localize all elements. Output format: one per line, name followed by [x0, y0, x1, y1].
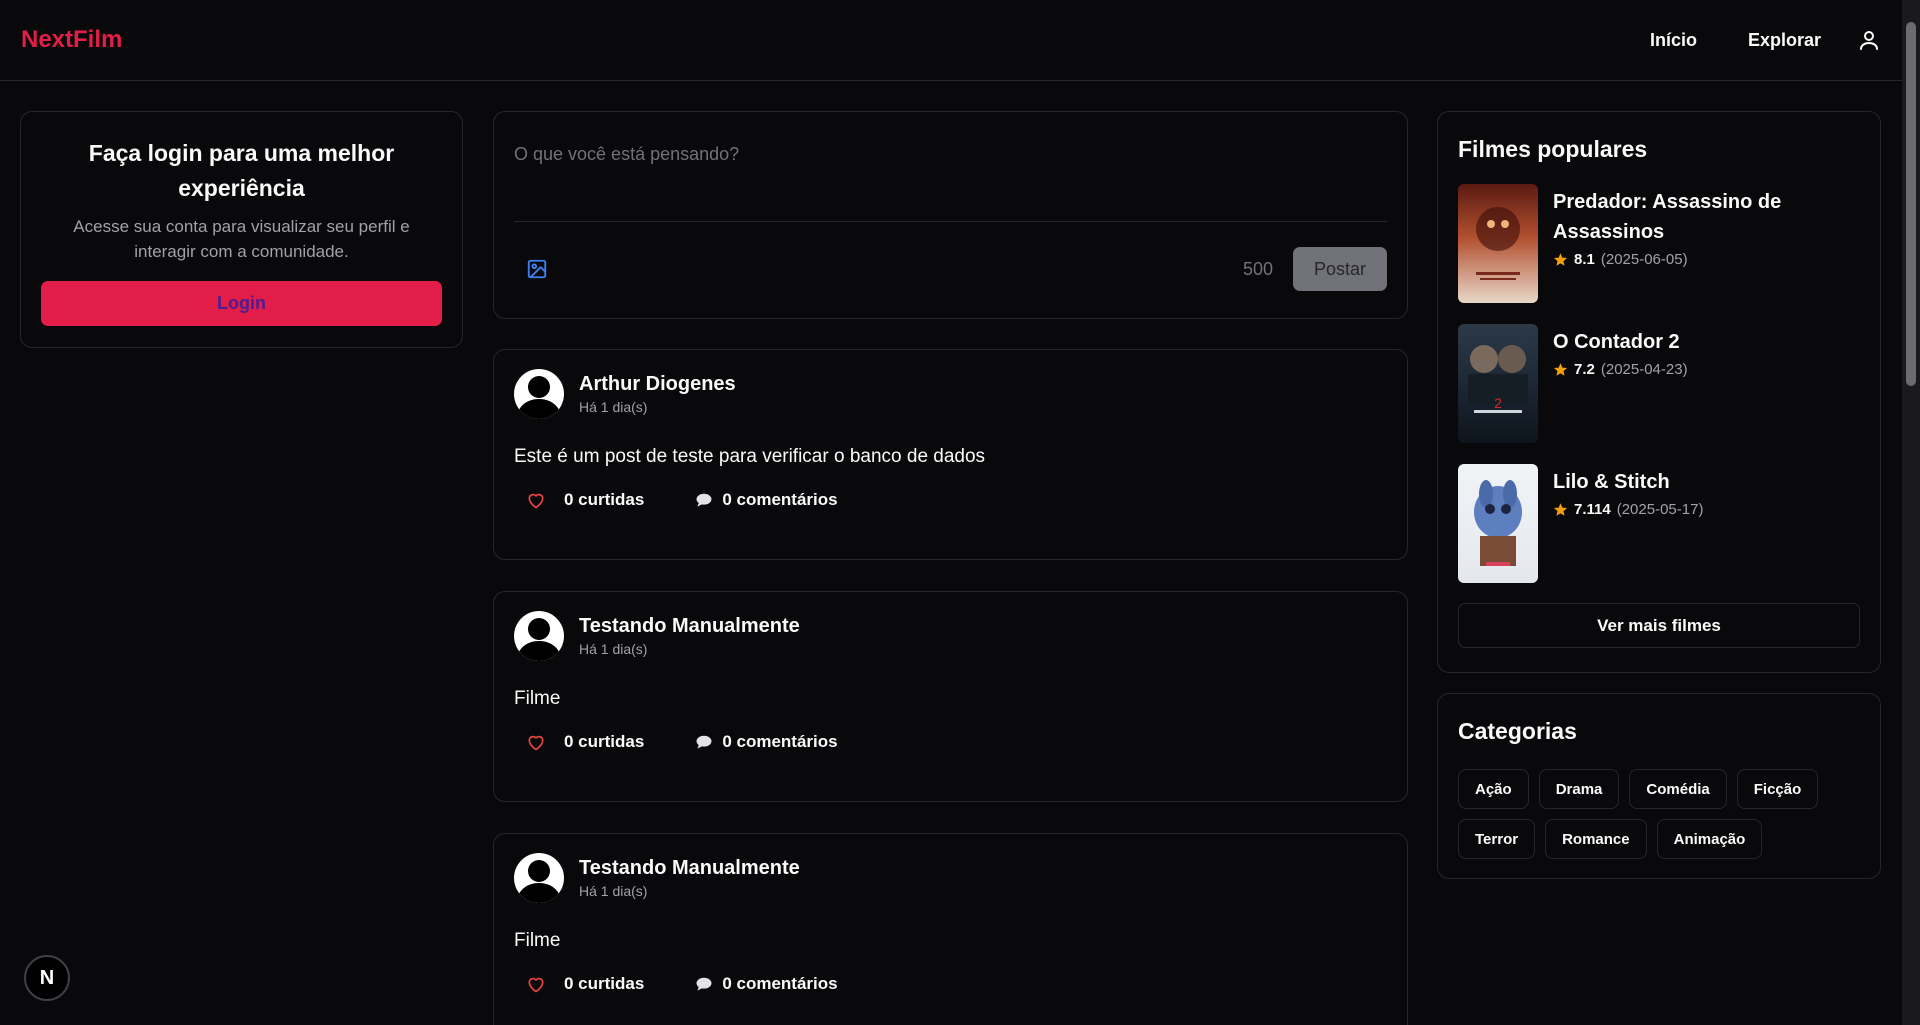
user-icon[interactable] [1857, 28, 1881, 52]
post-actions: 0 curtidas 0 comentários [514, 974, 1387, 994]
movie-item[interactable]: Predador: Assassino de Assassinos 8.1 (2… [1458, 184, 1860, 303]
movie-rating: 7.114 [1574, 501, 1611, 518]
comment-button[interactable]: 0 comentários [694, 490, 838, 510]
heart-icon [526, 490, 546, 510]
login-prompt-card: Faça login para uma melhor experiência A… [20, 111, 463, 348]
post-actions: 0 curtidas 0 comentários [514, 490, 1387, 510]
speech-bubble-icon [694, 732, 714, 752]
like-button[interactable]: 0 curtidas [526, 974, 644, 994]
category-chip[interactable]: Terror [1458, 819, 1536, 859]
post-header: Testando Manualmente Há 1 dia(s) [514, 611, 1387, 661]
movie-title[interactable]: O Contador 2 [1553, 327, 1688, 357]
category-chip[interactable]: Comédia [1629, 769, 1727, 809]
movie-release-date: (2025-04-23) [1600, 361, 1688, 378]
like-count: 0 curtidas [564, 974, 645, 993]
movie-release-date: (2025-06-05) [1600, 251, 1688, 268]
comment-button[interactable]: 0 comentários [694, 974, 838, 994]
post-header: Testando Manualmente Há 1 dia(s) [514, 853, 1387, 903]
categories-title: Categorias [1458, 718, 1577, 744]
like-count: 0 curtidas [564, 732, 645, 751]
nav-home-link[interactable]: Início [1650, 30, 1697, 51]
star-icon [1553, 362, 1568, 377]
image-icon[interactable] [526, 258, 548, 280]
heart-icon [526, 732, 546, 752]
post-body: Este é um post de teste para verificar o… [514, 446, 986, 467]
post-button[interactable]: Postar [1293, 247, 1387, 291]
app-logo[interactable]: NextFilm [21, 26, 122, 54]
scrollbar-thumb[interactable] [1906, 22, 1916, 386]
like-button[interactable]: 0 curtidas [526, 490, 644, 510]
post-author[interactable]: Arthur Diogenes [579, 373, 736, 396]
category-chip[interactable]: Ação [1458, 769, 1529, 809]
login-button[interactable]: Login [41, 281, 442, 326]
like-count: 0 curtidas [564, 490, 645, 509]
post-card: Testando Manualmente Há 1 dia(s) Filme 0… [493, 591, 1408, 802]
comment-count: 0 comentários [722, 732, 838, 751]
movie-item[interactable]: 2 O Contador 2 7.2 (2025-04-23) [1458, 324, 1860, 443]
post-body: Filme [514, 930, 561, 951]
movie-title[interactable]: Lilo & Stitch [1553, 467, 1703, 497]
comment-button[interactable]: 0 comentários [694, 732, 838, 752]
login-card-title: Faça login para uma melhor experiência [88, 140, 395, 201]
post-author[interactable]: Testando Manualmente [579, 615, 800, 638]
char-counter: 500 [1242, 258, 1273, 279]
popular-movies-card: Filmes populares Predador: Assassino de … [1437, 111, 1881, 673]
nextjs-devtools-button[interactable]: N [24, 955, 70, 1001]
movie-poster[interactable]: 2 [1458, 324, 1538, 443]
category-chip[interactable]: Drama [1538, 769, 1620, 809]
post-input[interactable] [514, 134, 1387, 222]
post-body: Filme [514, 688, 561, 709]
avatar[interactable] [514, 369, 564, 419]
movie-poster[interactable] [1458, 464, 1538, 583]
category-chips: Ação Drama Comédia Ficção Terror Romance… [1458, 769, 1860, 859]
post-timestamp: Há 1 dia(s) [579, 883, 648, 899]
avatar[interactable] [514, 853, 564, 903]
categories-card: Categorias Ação Drama Comédia Ficção Ter… [1437, 693, 1881, 879]
star-icon [1553, 502, 1568, 517]
movie-release-date: (2025-05-17) [1616, 501, 1704, 518]
post-card: Testando Manualmente Há 1 dia(s) Filme 0… [493, 833, 1408, 1025]
nav-explore-link[interactable]: Explorar [1748, 30, 1821, 51]
see-more-movies-button[interactable]: Ver mais filmes [1458, 603, 1860, 648]
login-card-subtitle: Acesse sua conta para visualizar seu per… [73, 217, 410, 261]
movie-title[interactable]: Predador: Assassino de Assassinos [1553, 187, 1860, 247]
speech-bubble-icon [694, 490, 714, 510]
post-header: Arthur Diogenes Há 1 dia(s) [514, 369, 1387, 419]
page-scrollbar[interactable] [1902, 0, 1920, 1025]
like-button[interactable]: 0 curtidas [526, 732, 644, 752]
composer-footer: 500 Postar [514, 247, 1387, 291]
heart-icon [526, 974, 546, 994]
avatar[interactable] [514, 611, 564, 661]
popular-movies-title: Filmes populares [1458, 136, 1648, 162]
movie-rating: 7.2 [1574, 361, 1595, 378]
movie-poster[interactable] [1458, 184, 1538, 303]
comment-count: 0 comentários [722, 974, 838, 993]
post-timestamp: Há 1 dia(s) [579, 399, 648, 415]
post-composer: 500 Postar [493, 111, 1408, 319]
main-nav: Início Explorar [1599, 28, 1881, 52]
post-card: Arthur Diogenes Há 1 dia(s) Este é um po… [493, 349, 1408, 560]
post-actions: 0 curtidas 0 comentários [514, 732, 1387, 752]
post-timestamp: Há 1 dia(s) [579, 641, 648, 657]
svg-text:2: 2 [1494, 395, 1502, 411]
movie-item[interactable]: Lilo & Stitch 7.114 (2025-05-17) [1458, 464, 1860, 583]
category-chip[interactable]: Ficção [1736, 769, 1819, 809]
star-icon [1553, 252, 1568, 267]
movie-rating: 8.1 [1574, 251, 1595, 268]
post-author[interactable]: Testando Manualmente [579, 857, 800, 880]
category-chip[interactable]: Romance [1545, 819, 1647, 859]
top-navbar: NextFilm Início Explorar [0, 0, 1902, 81]
speech-bubble-icon [694, 974, 714, 994]
category-chip[interactable]: Animação [1656, 819, 1763, 859]
comment-count: 0 comentários [722, 490, 838, 509]
